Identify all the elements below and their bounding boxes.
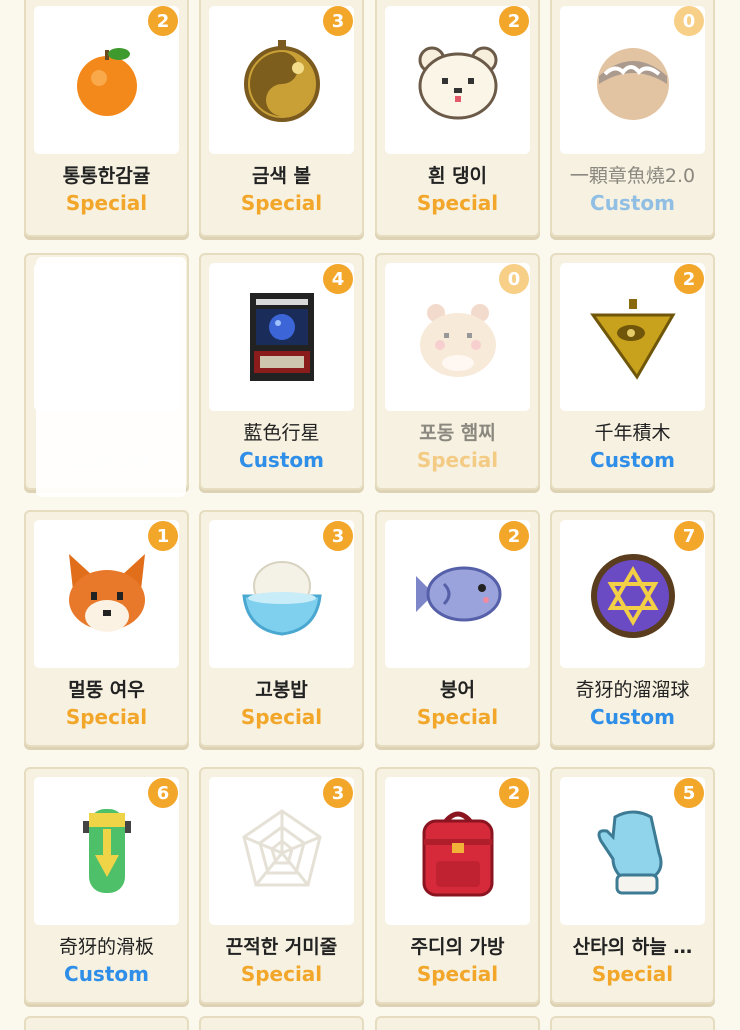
item-type-label: Special — [416, 191, 499, 215]
item-name: 藍色行星 — [243, 422, 320, 444]
item-card[interactable]: 5 산타의 하늘 … Special — [550, 767, 715, 1004]
item-type-label: Special — [65, 705, 148, 729]
item-name: 포동 햄찌 — [419, 422, 496, 444]
item-name: 붕어 — [440, 679, 475, 701]
item-type-label: Special — [240, 191, 323, 215]
next-row-card-edge — [550, 1016, 715, 1030]
item-name: 一顆章魚燒2.0 — [569, 165, 696, 187]
gold-ornament-icon — [243, 40, 320, 122]
item-type-label: Custom — [590, 705, 675, 729]
item-name: 奇犽的溜溜球 — [575, 679, 690, 701]
spider-web-icon — [241, 809, 322, 887]
next-row-card-edge — [375, 1016, 540, 1030]
backpack-icon — [422, 811, 493, 897]
item-type-label: Special — [416, 705, 499, 729]
item-name: 고봉밥 — [255, 679, 308, 701]
item-card[interactable]: 3 끈적한 거미줄 Special — [199, 767, 364, 1004]
skateboard-icon — [82, 809, 131, 893]
item-type-label: Custom — [590, 191, 675, 215]
item-name: 奇犽的滑板 — [58, 936, 154, 958]
item-type-label: Custom — [590, 448, 675, 472]
item-name: 멀뚱 여우 — [68, 679, 145, 701]
item-grid: 2 통통한감귤 Special 3 금색 볼 Special 2 흰 댕이 Sp… — [0, 0, 740, 1030]
millennium-puzzle-icon — [589, 299, 676, 380]
item-count-badge: 3 — [323, 778, 353, 808]
item-count-badge: 2 — [674, 264, 704, 294]
item-type-label: Special — [240, 962, 323, 986]
mitten-icon — [597, 810, 662, 895]
item-name: 千年積木 — [594, 422, 671, 444]
fish-bread-icon — [415, 566, 501, 622]
item-name: 흰 댕이 — [427, 165, 488, 187]
item-name: 끈적한 거미줄 — [225, 936, 338, 958]
item-card[interactable]: 2 주디의 가방 Special — [375, 767, 540, 1004]
item-card[interactable]: 2 통통한감귤 Special — [24, 0, 189, 237]
item-type-label: Custom — [64, 962, 149, 986]
item-count-badge: 0 — [674, 6, 704, 36]
item-count-badge: 2 — [499, 521, 529, 551]
item-count-badge: 6 — [148, 778, 178, 808]
item-card[interactable]: 0 포동 햄찌 Special — [375, 253, 540, 490]
item-count-badge: 3 — [323, 6, 353, 36]
item-thumbnail — [34, 263, 179, 411]
item-count-badge: 5 — [674, 778, 704, 808]
hamster-icon — [419, 304, 496, 377]
white-dog-icon — [418, 46, 497, 120]
item-count-badge: 0 — [499, 264, 529, 294]
item-type-label: Special — [65, 191, 148, 215]
item-card[interactable]: 6 奇犽的滑板 Custom — [24, 767, 189, 1004]
item-type-label: Special — [416, 448, 499, 472]
item-type-label: Special — [591, 962, 674, 986]
item-type-label: Custom — [64, 448, 149, 472]
item-count-badge: 2 — [499, 6, 529, 36]
item-name: 통통한감귤 — [62, 165, 151, 187]
item-card[interactable]: 7 奇犽的溜溜球 Custom — [550, 510, 715, 747]
item-count-badge: 3 — [323, 521, 353, 551]
item-type-label: Special — [416, 962, 499, 986]
item-card[interactable]: 4 藍色行星 Custom — [199, 253, 364, 490]
item-name: 주디의 가방 — [410, 936, 505, 958]
item-count-badge: 4 — [323, 264, 353, 294]
item-count-badge: 7 — [674, 521, 704, 551]
item-card[interactable]: 3 고봉밥 Special — [199, 510, 364, 747]
yoyo-icon — [590, 554, 675, 638]
item-name: 산타의 하늘 … — [572, 936, 693, 958]
takoyaki-icon — [596, 48, 669, 120]
item-count-badge: 2 — [148, 6, 178, 36]
tangerine-icon — [76, 48, 137, 116]
item-type-label: Special — [240, 705, 323, 729]
item-count-badge: 2 — [499, 778, 529, 808]
rice-bowl-icon — [241, 561, 322, 636]
next-row-card-edge — [24, 1016, 189, 1030]
arcade-machine-icon — [249, 293, 314, 381]
fox-icon — [68, 554, 145, 632]
item-count-badge: 1 — [148, 521, 178, 551]
item-card[interactable]: 0 一顆章魚燒2.0 Custom — [550, 0, 715, 237]
item-card[interactable]: 2 흰 댕이 Special — [375, 0, 540, 237]
next-row-card-edge — [199, 1016, 364, 1030]
item-type-label: Custom — [239, 448, 324, 472]
item-card[interactable]: 3 금색 볼 Special — [199, 0, 364, 237]
blank-icon — [59, 289, 155, 385]
item-card[interactable]: 1 멀뚱 여우 Special — [24, 510, 189, 747]
item-name: 금색 볼 — [251, 165, 312, 187]
item-card[interactable]: 2 붕어 Special — [375, 510, 540, 747]
item-card[interactable]: Custom — [24, 253, 189, 497]
item-card[interactable]: 2 千年積木 Custom — [550, 253, 715, 490]
